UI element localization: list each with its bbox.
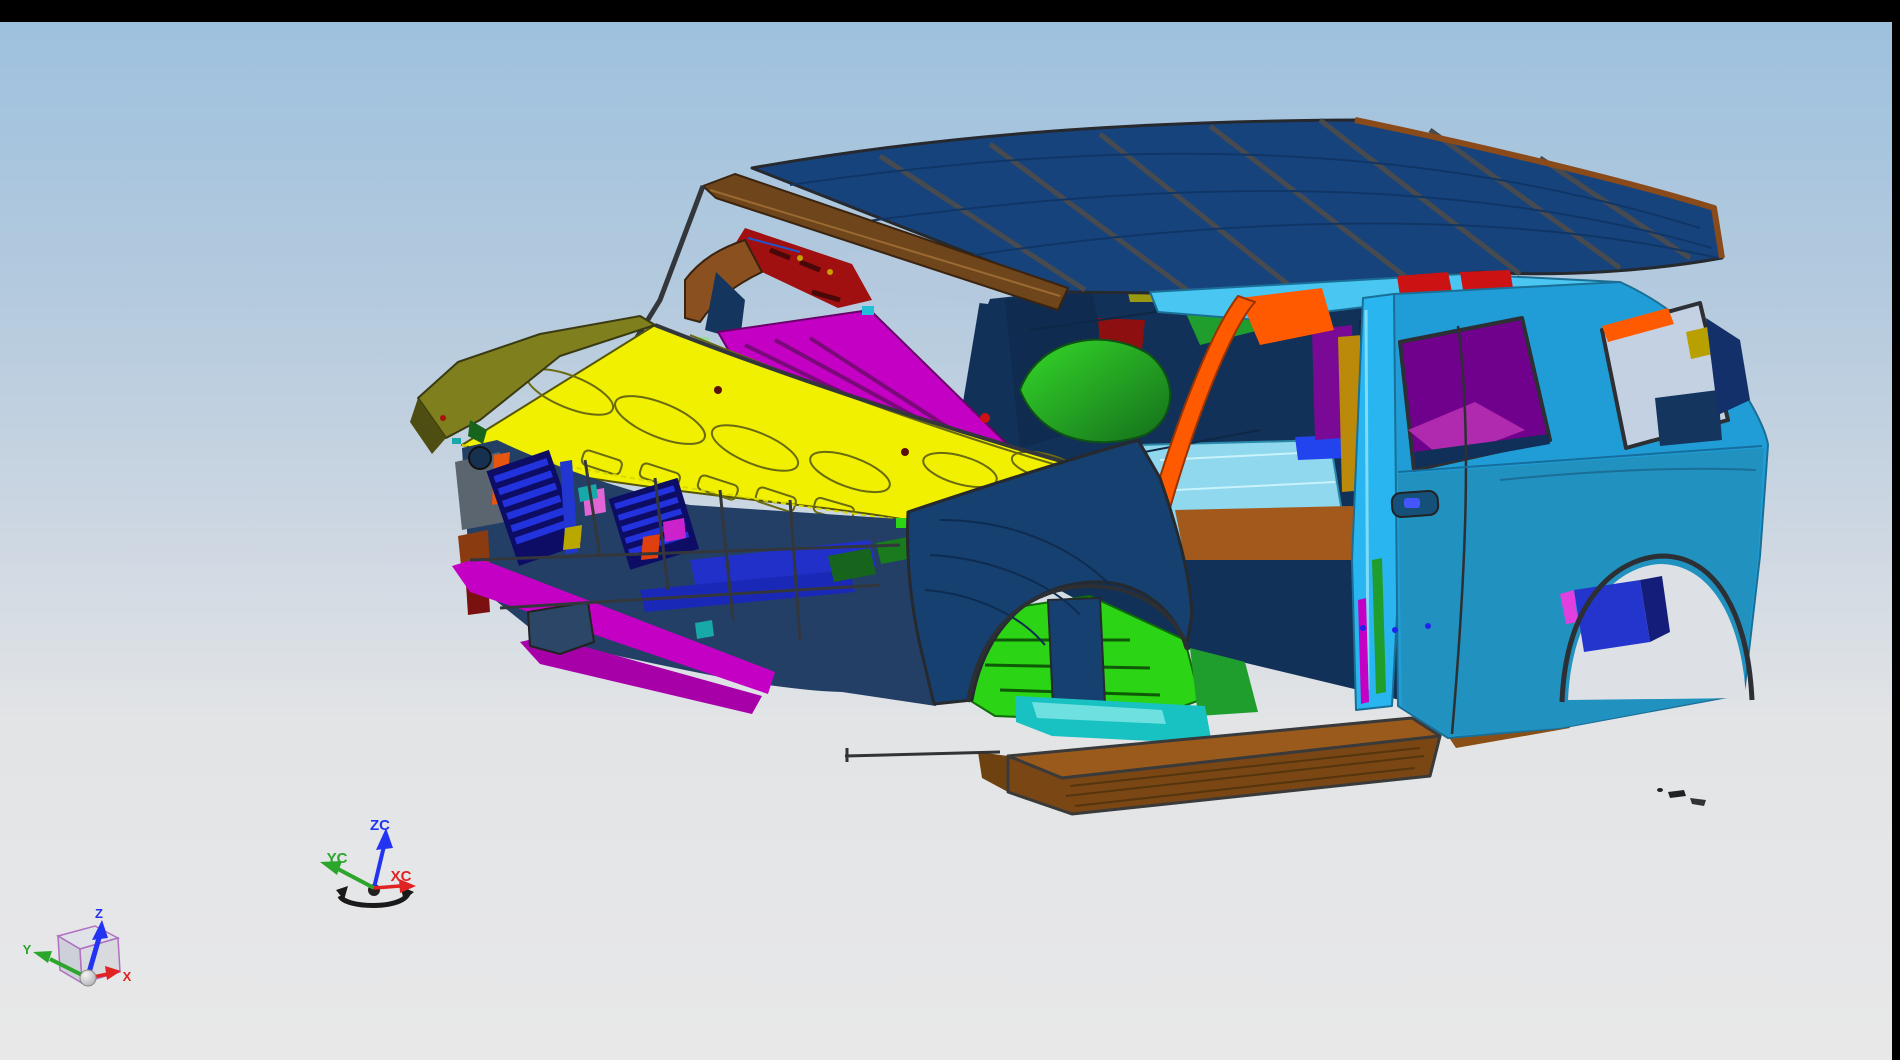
blue-dot xyxy=(1425,623,1431,629)
wcs-x-label: XC xyxy=(391,868,412,885)
top-black-bar xyxy=(0,0,1900,22)
blue-dot xyxy=(1392,627,1398,633)
abs-z-label: Z xyxy=(95,906,103,921)
right-black-bar xyxy=(1892,0,1900,1060)
magenta-patch[interactable] xyxy=(663,518,686,542)
red-grommet xyxy=(980,413,990,423)
quarter-window-inner-navy xyxy=(1655,390,1722,446)
wheel-well-blue-box[interactable] xyxy=(1574,580,1650,652)
body-side-assembly[interactable] xyxy=(1360,282,1768,738)
tow-step[interactable] xyxy=(528,602,594,654)
red-dot xyxy=(440,415,446,421)
door-handle xyxy=(1404,498,1420,508)
viewport-canvas[interactable]: ZC YC XC Z Y X xyxy=(0,0,1900,1060)
abs-x-label: X xyxy=(123,969,132,984)
rail-red-patch[interactable] xyxy=(1460,270,1513,290)
wcs-y-label: YC xyxy=(327,850,348,867)
hood-fastener xyxy=(901,448,909,456)
teal-bit xyxy=(452,438,461,444)
cad-viewport[interactable]: ZC YC XC Z Y X xyxy=(0,0,1900,1060)
blue-dot xyxy=(1360,625,1366,631)
teal-bit-lower xyxy=(695,620,714,639)
red-orange-patch[interactable] xyxy=(641,534,660,560)
cyan-bit xyxy=(862,306,874,315)
fog-hole xyxy=(469,447,491,469)
wcs-z-label: ZC xyxy=(370,817,390,834)
gold-fastener xyxy=(797,255,803,261)
hood-fastener xyxy=(714,386,722,394)
gold-patch[interactable] xyxy=(563,525,582,550)
abs-y-label: Y xyxy=(23,942,32,957)
abs-origin-sphere xyxy=(80,970,96,986)
wcs-x-axis[interactable] xyxy=(374,886,400,888)
gold-fastener xyxy=(827,269,833,275)
